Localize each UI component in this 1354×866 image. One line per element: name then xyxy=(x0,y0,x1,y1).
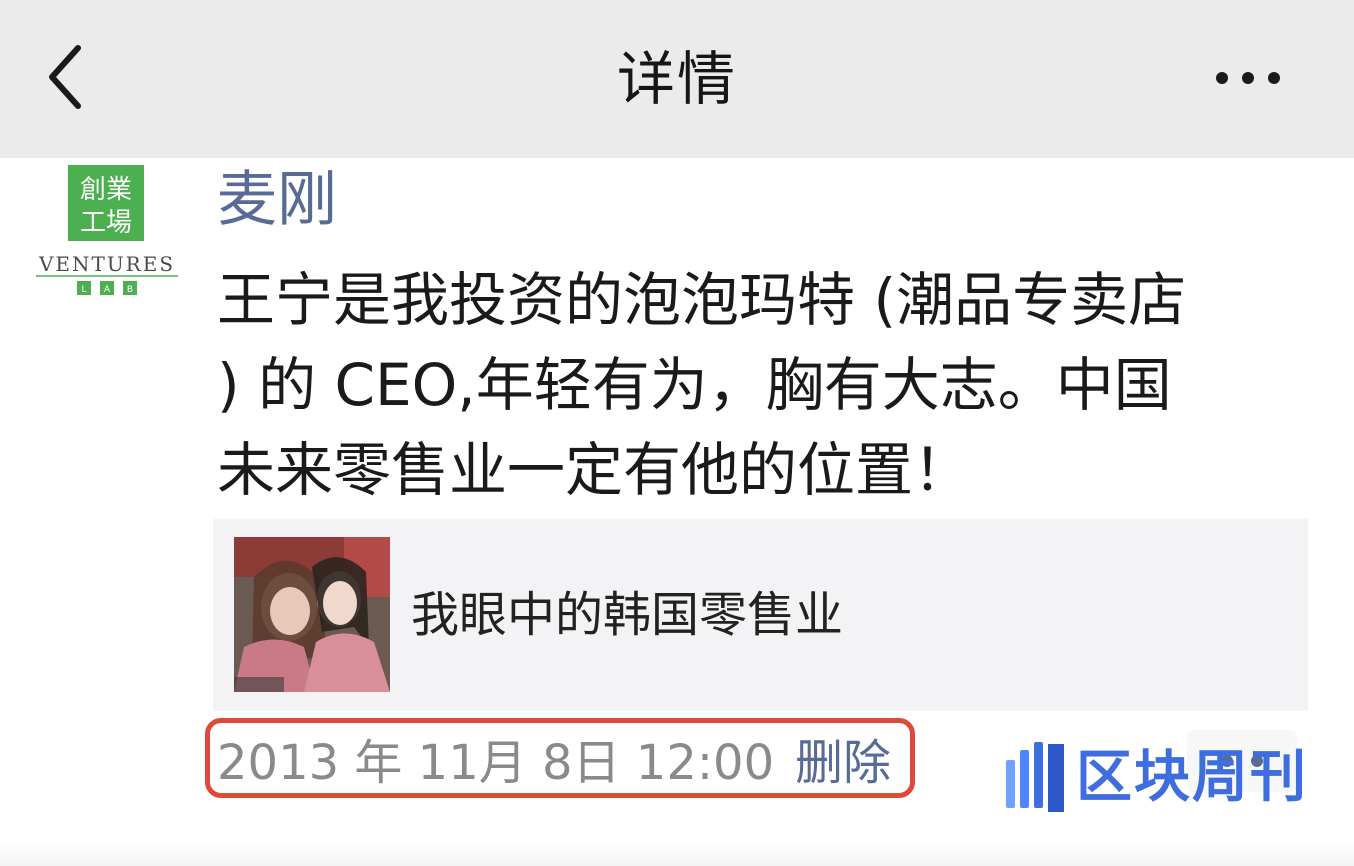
post-text: 王宁是我投资的泡泡玛特 (潮品专卖店 ) 的 CEO,年轻有为，胸有大志。中国 … xyxy=(217,266,1187,504)
svg-text:A: A xyxy=(104,285,111,295)
svg-text:創業: 創業 xyxy=(80,175,132,205)
bottom-divider xyxy=(0,840,1354,866)
more-button[interactable] xyxy=(1212,66,1284,90)
avatar[interactable]: 創業 工場 VENTURES L A B xyxy=(30,163,185,303)
svg-text:B: B xyxy=(127,285,133,295)
page-title: 详情 xyxy=(616,45,737,113)
ellipsis-icon xyxy=(1216,72,1280,84)
watermark-logo-icon xyxy=(1006,742,1064,812)
ventures-lab-logo: 創業 工場 VENTURES L A B xyxy=(36,165,178,295)
delete-button[interactable]: 删除 xyxy=(795,728,891,798)
photo-thumbnail xyxy=(234,537,390,692)
svg-text:工場: 工場 xyxy=(80,208,132,238)
svg-text:L: L xyxy=(81,285,86,295)
navigation-bar: 详情 xyxy=(0,0,1354,158)
watermark-text: 区块周刊 xyxy=(1076,745,1308,810)
svg-text:VENTURES: VENTURES xyxy=(38,252,175,276)
author-name[interactable]: 麦刚 xyxy=(217,160,337,240)
link-card-title: 我眼中的韩国零售业 xyxy=(411,587,844,643)
shared-link-card[interactable]: 我眼中的韩国零售业 xyxy=(213,519,1308,711)
post-timestamp: 2013 年 11月 8日 12:00 xyxy=(217,735,775,791)
